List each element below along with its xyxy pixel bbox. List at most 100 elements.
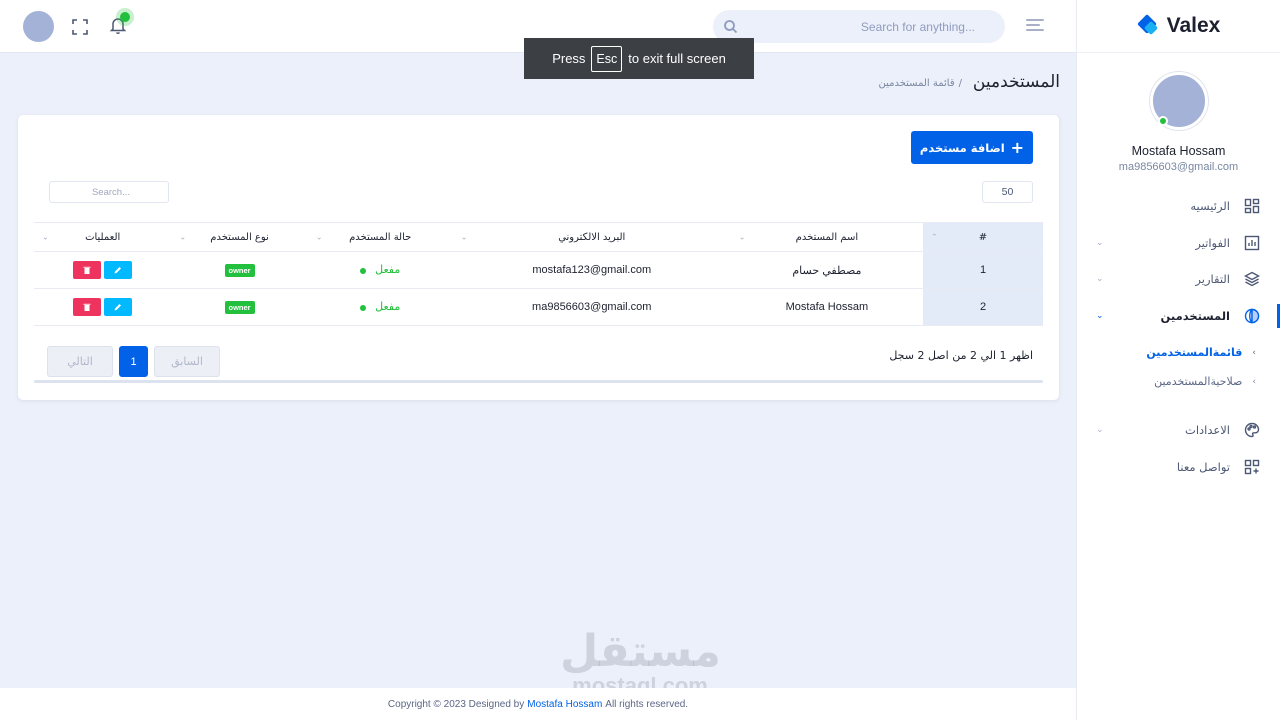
palette-icon bbox=[1244, 422, 1260, 438]
cell-index: 1 bbox=[923, 251, 1043, 289]
search-icon[interactable] bbox=[723, 19, 738, 34]
cell-type: owner bbox=[171, 251, 308, 289]
breadcrumb-current[interactable]: قائمة المستخدمين bbox=[878, 78, 954, 89]
table-row: owner مفعل ma9856603@gmail.com Mostafa H… bbox=[34, 288, 1043, 326]
chevron-left-icon: ‹ bbox=[1252, 347, 1256, 358]
sort-up-icon: ⌃ bbox=[931, 232, 938, 242]
header-search-input[interactable] bbox=[747, 10, 995, 43]
submenu-item-label: صلاحيةالمستخدمين bbox=[1154, 375, 1243, 388]
cell-status: مفعل bbox=[307, 251, 453, 289]
submenu-item-label: قائمةالمستخدمين bbox=[1146, 346, 1243, 359]
watermark: مستقل mostaql.com bbox=[560, 626, 721, 697]
online-status-dot bbox=[1157, 116, 1168, 126]
sidebar-item-label: التقارير bbox=[1195, 272, 1230, 287]
sidebar-item-label: الرئيسيه bbox=[1190, 199, 1230, 214]
add-user-label: اضافة مستخدم bbox=[919, 140, 1005, 155]
edit-button[interactable] bbox=[104, 261, 133, 279]
notification-dot bbox=[120, 12, 130, 22]
invoices-chart-icon bbox=[1244, 235, 1260, 251]
status-dot bbox=[360, 305, 367, 312]
sidebar-item-home[interactable]: الرئيسيه bbox=[1076, 188, 1280, 225]
submenu-item-user-permissions[interactable]: صلاحيةالمستخدمين ‹ bbox=[1076, 367, 1280, 396]
chevron-down-icon: ⌄ bbox=[1096, 274, 1104, 285]
cell-type: owner bbox=[171, 288, 308, 326]
profile-email: ma9856603@gmail.com bbox=[1118, 161, 1239, 173]
watermark-arabic: مستقل bbox=[560, 626, 721, 677]
status-dot bbox=[360, 268, 367, 275]
footer-prefix: Copyright © 2023 Designed by bbox=[387, 698, 525, 710]
footer-suffix: All rights reserved. bbox=[605, 698, 689, 710]
dashboard-icon bbox=[1244, 198, 1260, 214]
column-header-actions[interactable]: ⌄ العمليات bbox=[34, 222, 172, 252]
sidebar-item-users[interactable]: ⌄ المستخدمين bbox=[1076, 298, 1280, 335]
users-card: اضافة مستخدم + 50 ⌄العمليات ⌄نوع المستخد… bbox=[18, 115, 1059, 400]
trash-icon bbox=[83, 303, 91, 311]
status-text: مفعل bbox=[375, 299, 401, 313]
page-length-select[interactable]: 50 bbox=[982, 181, 1033, 203]
globe-icon bbox=[1244, 308, 1260, 324]
sort-icon: ⌄ bbox=[738, 232, 746, 242]
brand-logo[interactable]: Valex bbox=[1077, 0, 1280, 53]
edit-button[interactable] bbox=[104, 298, 133, 316]
footer-author-link[interactable]: Mostafa Hossam bbox=[527, 699, 602, 710]
toast-message: to exit full screen bbox=[628, 51, 726, 66]
sidebar-item-settings[interactable]: ⌄ الاعدادات bbox=[1076, 412, 1280, 449]
column-header-status[interactable]: ⌄ حالة المستخدم bbox=[307, 222, 453, 252]
brand-name: Valex bbox=[1166, 14, 1221, 37]
user-profile: Mostafa Hossam ma9856603@gmail.com bbox=[1077, 53, 1280, 173]
users-table: ⌄ العمليات ⌄ نوع المستخدم ⌄ حالة المستخدم ⌄… bbox=[34, 222, 1043, 326]
profile-name: Mostafa Hossam bbox=[1131, 144, 1226, 158]
breadcrumb-separator: / bbox=[958, 78, 962, 89]
pencil-icon bbox=[114, 267, 122, 274]
column-header-type[interactable]: ⌄ نوع المستخدم bbox=[171, 222, 308, 252]
plus-icon: + bbox=[1010, 138, 1025, 157]
footer: Copyright © 2023 Designed by Mostafa Hos… bbox=[0, 688, 1076, 720]
pagination: التالي 1 السابق bbox=[47, 346, 220, 377]
column-header-name[interactable]: ⌄ اسم المستخدم bbox=[730, 222, 923, 252]
fullscreen-icon[interactable] bbox=[71, 18, 89, 36]
sort-icon: ⌄ bbox=[315, 232, 323, 242]
users-submenu: قائمةالمستخدمين ‹ صلاحيةالمستخدمين ‹ bbox=[1076, 334, 1280, 402]
submenu-item-users-list[interactable]: قائمةالمستخدمين ‹ bbox=[1076, 338, 1280, 367]
pencil-icon bbox=[114, 304, 122, 311]
fullscreen-toast: Press Esc to exit full screen bbox=[524, 38, 754, 79]
cell-email: ma9856603@gmail.com bbox=[452, 288, 731, 326]
sidebar-item-contact[interactable]: تواصل معنا bbox=[1076, 449, 1280, 486]
sidebar-item-label: تواصل معنا bbox=[1176, 459, 1230, 474]
delete-button[interactable] bbox=[73, 261, 102, 279]
toast-esc-key: Esc bbox=[591, 45, 623, 72]
add-user-button[interactable]: اضافة مستخدم + bbox=[911, 131, 1033, 164]
table-horizontal-scrollbar[interactable] bbox=[34, 380, 1043, 383]
pagination-prev-button[interactable]: السابق bbox=[154, 346, 220, 377]
user-type-badge: owner bbox=[224, 263, 255, 277]
chevron-down-icon: ⌄ bbox=[1096, 425, 1104, 436]
chevron-down-icon: ⌄ bbox=[1096, 310, 1104, 321]
delete-button[interactable] bbox=[73, 298, 102, 316]
column-header-email[interactable]: ⌄ البريد الالكتروني bbox=[452, 222, 731, 252]
profile-avatar[interactable] bbox=[1149, 72, 1208, 130]
toast-press: Press bbox=[552, 51, 586, 66]
cell-name: Mostafa Hossam bbox=[730, 288, 923, 326]
sidebar-item-reports[interactable]: ⌄ التقارير bbox=[1076, 261, 1280, 298]
sort-icon: ⌄ bbox=[460, 232, 468, 242]
sort-icon: ⌄ bbox=[179, 232, 187, 242]
status-text: مفعل bbox=[375, 262, 401, 276]
table-search-input[interactable] bbox=[49, 181, 169, 203]
column-header-index[interactable]: ⌃ # bbox=[923, 222, 1043, 252]
sidebar: Valex Mostafa Hossam ma9856603@gmail.com… bbox=[1076, 0, 1280, 720]
pagination-next-button[interactable]: التالي bbox=[47, 346, 113, 377]
table-row: owner مفعل mostafa123@gmail.com مصطفي حس… bbox=[34, 251, 1043, 289]
cell-status: مفعل bbox=[307, 288, 453, 326]
sort-icon: ⌄ bbox=[42, 232, 49, 242]
sidebar-item-invoices[interactable]: ⌄ الفواتير bbox=[1076, 225, 1280, 262]
header-avatar[interactable] bbox=[23, 11, 54, 42]
header-search bbox=[713, 10, 1005, 43]
breadcrumb: قائمة المستخدمين / bbox=[878, 78, 962, 89]
menu-toggle-icon[interactable] bbox=[1026, 19, 1044, 33]
pagination-page-1[interactable]: 1 bbox=[119, 346, 148, 377]
chevron-left-icon: ‹ bbox=[1252, 376, 1256, 387]
page-title: المستخدمين bbox=[972, 72, 1060, 92]
layers-icon bbox=[1244, 271, 1260, 287]
notification-bell-icon[interactable] bbox=[108, 12, 130, 37]
sidebar-menu: الرئيسيه ⌄ الفواتير ⌄ التقارير ⌄ المستخد… bbox=[1076, 188, 1280, 485]
